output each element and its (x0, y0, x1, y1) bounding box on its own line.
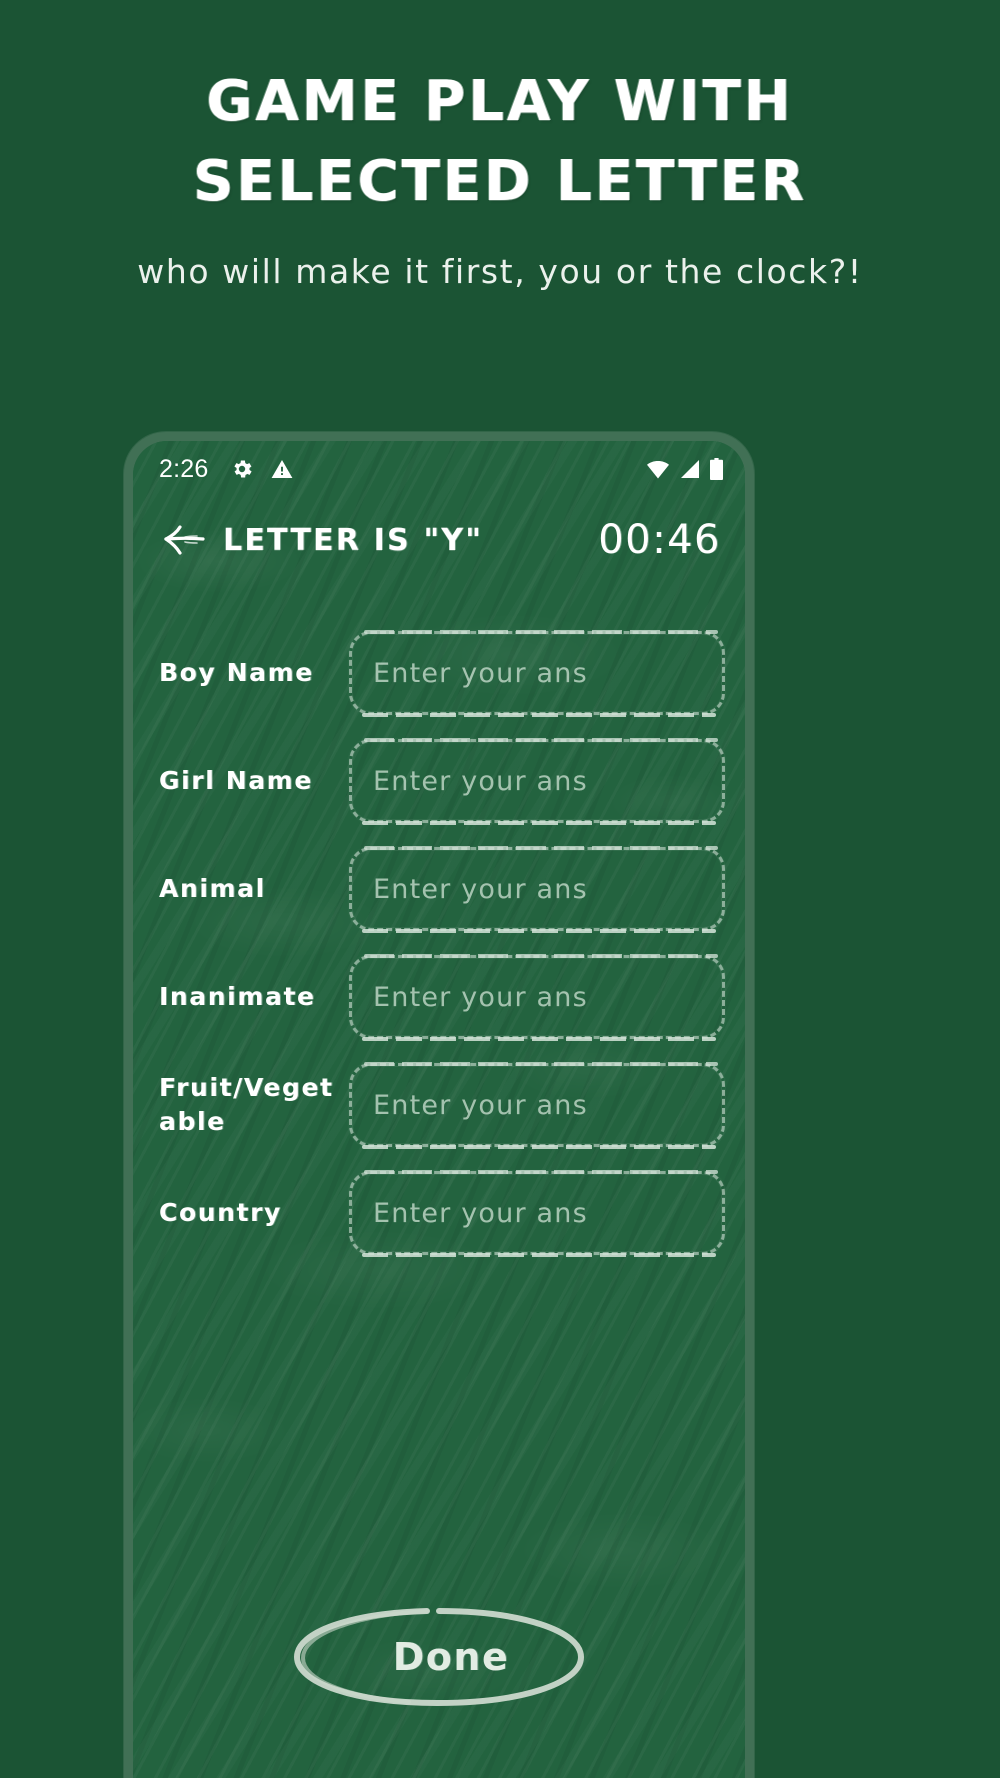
status-bar-clock: 2:26 (159, 454, 209, 483)
boy-name-input[interactable] (349, 631, 725, 715)
page-subtitle: who will make it first, you or the clock… (137, 252, 863, 291)
field-label-inanimate: Inanimate (159, 982, 316, 1011)
wifi-icon (646, 458, 670, 480)
status-bar-right-icons (646, 457, 723, 481)
app-bar: LETTER IS "Y" 00:46 (133, 497, 745, 583)
app-bar-title: LETTER IS "Y" (223, 522, 484, 558)
field-input-wrapper (349, 1062, 725, 1149)
field-row-fruit-vegetable: Fruit/Vegetable (159, 1057, 725, 1153)
phone-mockup-frame: 2:26 LETTER IS "Y" 00:46 Boy Name Enter … (124, 432, 754, 1778)
field-input-wrapper (349, 954, 725, 1041)
countdown-timer: 00:46 (598, 517, 721, 563)
gear-icon (230, 457, 254, 481)
back-arrow-icon[interactable] (159, 520, 207, 560)
girl-name-input[interactable] (349, 739, 725, 823)
field-label-animal: Animal (159, 874, 266, 903)
field-label-boy-name: Boy Name (159, 658, 314, 687)
field-row-country: Country (159, 1165, 725, 1261)
done-button-label: Done (392, 1635, 510, 1679)
field-input-wrapper (349, 846, 725, 933)
battery-icon (710, 457, 723, 481)
field-input-wrapper (349, 738, 725, 825)
promo-header: GAME PLAY WITH SELECTED LETTER who will … (0, 0, 1000, 300)
field-label-country: Country (159, 1198, 282, 1227)
fruit-vegetable-input[interactable] (349, 1063, 725, 1147)
inanimate-input[interactable] (349, 955, 725, 1039)
warning-triangle-icon (270, 457, 294, 481)
status-bar-left-icons (230, 457, 294, 481)
field-row-animal: Animal (159, 841, 725, 937)
done-button[interactable]: Done (289, 1602, 589, 1712)
status-bar: 2:26 (133, 441, 745, 497)
page-title: GAME PLAY WITH SELECTED LETTER (192, 69, 808, 214)
field-label-fruit-vegetable: Fruit/Vegetable (159, 1073, 334, 1136)
field-row-boy-name: Boy Name (159, 625, 725, 721)
signal-icon (679, 458, 701, 480)
done-button-container: Done (133, 1602, 745, 1712)
field-input-wrapper (349, 630, 725, 717)
country-input[interactable] (349, 1171, 725, 1255)
field-label-girl-name: Girl Name (159, 766, 313, 795)
phone-screen: 2:26 LETTER IS "Y" 00:46 Boy Name Enter … (133, 441, 745, 1778)
field-input-wrapper (349, 1170, 725, 1257)
field-row-inanimate: Inanimate (159, 949, 725, 1045)
animal-input[interactable] (349, 847, 725, 931)
field-row-girl-name: Girl Name (159, 733, 725, 829)
answers-form: Boy Name Girl Name Animal (133, 583, 745, 1261)
